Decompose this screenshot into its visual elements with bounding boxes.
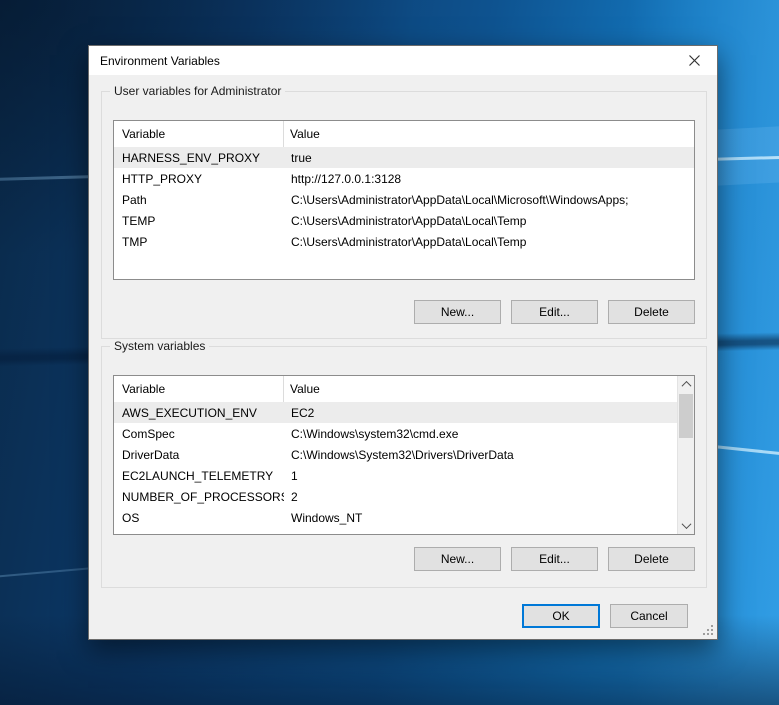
system-new-button[interactable]: New... [414,547,501,571]
value-cell: C:\Users\Administrator\AppData\Local\Mic… [284,193,694,207]
variable-cell: DriverData [114,448,284,462]
table-header: Variable Value [114,376,694,402]
window-title: Environment Variables [100,54,220,68]
table-body: AWS_EXECUTION_ENVEC2ComSpecC:\Windows\sy… [114,402,677,534]
user-variables-group: User variables for Administrator Variabl… [101,91,707,339]
table-header: Variable Value [114,121,694,147]
value-cell: Windows_NT [284,511,677,525]
scroll-down-button[interactable] [678,517,694,534]
variable-cell: EC2LAUNCH_TELEMETRY [114,469,284,483]
table-row[interactable]: PathC:\Windows\system32;C:\Windows;C:\Wi… [114,528,677,535]
dialog-footer: OK Cancel [522,604,688,628]
variable-cell: AWS_EXECUTION_ENV [114,406,284,420]
value-cell: http://127.0.0.1:3128 [284,172,694,186]
table-row[interactable]: HTTP_PROXYhttp://127.0.0.1:3128 [114,168,694,189]
value-cell: 2 [284,490,677,504]
table-row[interactable]: ComSpecC:\Windows\system32\cmd.exe [114,423,677,444]
value-cell: 1 [284,469,677,483]
variable-cell: OS [114,511,284,525]
variable-cell: Path [114,193,284,207]
variable-cell: TEMP [114,214,284,228]
variable-cell: Path [114,532,284,536]
table-row[interactable]: DriverDataC:\Windows\System32\Drivers\Dr… [114,444,677,465]
system-delete-button[interactable]: Delete [608,547,695,571]
variable-cell: HARNESS_ENV_PROXY [114,151,284,165]
table-row[interactable]: OSWindows_NT [114,507,677,528]
system-variables-table: Variable Value AWS_EXECUTION_ENVEC2ComSp… [113,375,695,535]
close-icon [689,55,700,66]
variable-cell: HTTP_PROXY [114,172,284,186]
vertical-scrollbar[interactable] [677,376,694,534]
user-variables-buttons: New... Edit... Delete [414,300,695,324]
column-header-variable[interactable]: Variable [114,121,284,147]
value-cell: C:\Windows\system32;C:\Windows;C:\Window… [284,532,677,536]
value-cell: C:\Users\Administrator\AppData\Local\Tem… [284,214,694,228]
close-button[interactable] [672,46,717,75]
resize-grip-icon[interactable] [703,625,714,636]
value-cell: true [284,151,694,165]
value-cell: EC2 [284,406,677,420]
value-cell: C:\Windows\system32\cmd.exe [284,427,677,441]
system-variables-group: System variables Variable Value AWS_EXEC… [101,346,707,588]
table-body: HARNESS_ENV_PROXYtrueHTTP_PROXYhttp://12… [114,147,694,279]
ok-button[interactable]: OK [522,604,600,628]
column-header-variable[interactable]: Variable [114,376,284,402]
table-row[interactable]: EC2LAUNCH_TELEMETRY1 [114,465,677,486]
user-new-button[interactable]: New... [414,300,501,324]
environment-variables-dialog: Environment Variables User variables for… [88,45,718,640]
table-row[interactable]: TEMPC:\Users\Administrator\AppData\Local… [114,210,694,231]
variable-cell: NUMBER_OF_PROCESSORS [114,490,284,504]
table-row[interactable]: PathC:\Users\Administrator\AppData\Local… [114,189,694,210]
system-edit-button[interactable]: Edit... [511,547,598,571]
scrollbar-thumb[interactable] [679,394,693,438]
variable-cell: ComSpec [114,427,284,441]
column-header-value[interactable]: Value [284,376,694,402]
chevron-down-icon [681,519,691,529]
user-delete-button[interactable]: Delete [608,300,695,324]
variable-cell: TMP [114,235,284,249]
value-cell: C:\Windows\System32\Drivers\DriverData [284,448,677,462]
user-edit-button[interactable]: Edit... [511,300,598,324]
scroll-up-button[interactable] [678,376,694,393]
table-row[interactable]: AWS_EXECUTION_ENVEC2 [114,402,677,423]
table-row[interactable]: TMPC:\Users\Administrator\AppData\Local\… [114,231,694,252]
user-variables-legend: User variables for Administrator [110,84,285,98]
system-variables-buttons: New... Edit... Delete [414,547,695,571]
titlebar[interactable]: Environment Variables [89,46,717,75]
value-cell: C:\Users\Administrator\AppData\Local\Tem… [284,235,694,249]
chevron-up-icon [681,381,691,391]
user-variables-table: Variable Value HARNESS_ENV_PROXYtrueHTTP… [113,120,695,280]
system-variables-legend: System variables [110,339,209,353]
column-header-value[interactable]: Value [284,121,694,147]
cancel-button[interactable]: Cancel [610,604,688,628]
table-row[interactable]: HARNESS_ENV_PROXYtrue [114,147,694,168]
table-row[interactable]: NUMBER_OF_PROCESSORS2 [114,486,677,507]
